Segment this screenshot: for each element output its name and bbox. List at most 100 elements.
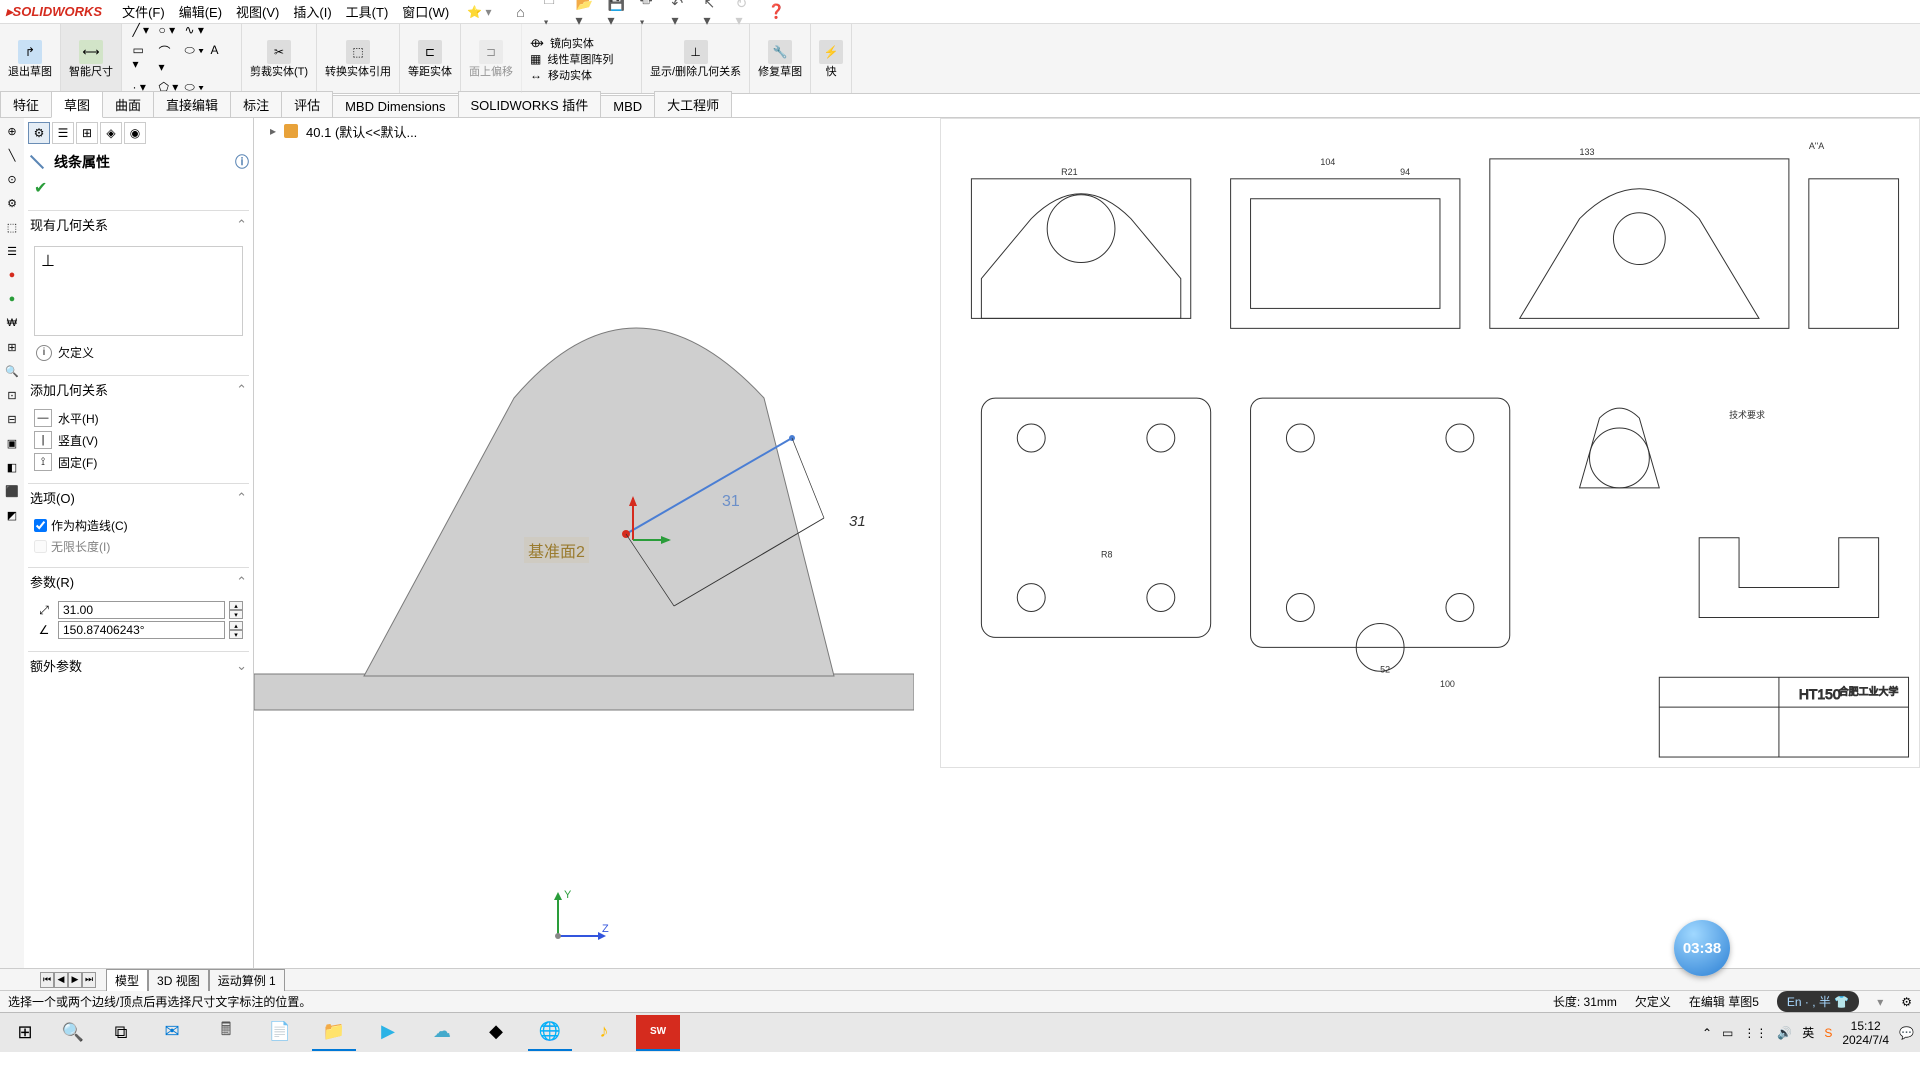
sheet-next[interactable]: ▶ xyxy=(68,972,82,988)
copilot-app[interactable]: ◆ xyxy=(474,1015,518,1051)
angle-spin-up[interactable]: ▴ xyxy=(229,621,243,630)
mail-app[interactable]: ✉ xyxy=(150,1015,194,1051)
select-icon[interactable]: ↖ ▾ xyxy=(704,3,722,21)
tab-sketch[interactable]: 草图 xyxy=(51,91,103,118)
vt-icon-4[interactable]: ⚙ xyxy=(3,194,21,212)
music-app[interactable]: ♪ xyxy=(582,1015,626,1051)
tab-engineer[interactable]: 大工程师 xyxy=(654,91,732,117)
status-options-icon[interactable]: ⚙ xyxy=(1901,995,1912,1009)
section-add-relations[interactable]: 添加几何关系⌃ xyxy=(28,376,249,403)
trim-button[interactable]: ✂ 剪裁实体(T) xyxy=(242,24,317,93)
section-parameters[interactable]: 参数(R)⌃ xyxy=(28,568,249,595)
line-icon[interactable]: ╱ ▾ xyxy=(133,23,153,37)
rectangle-icon[interactable]: ▭ ▾ xyxy=(133,43,153,74)
datum-plane-label[interactable]: 基准面2 xyxy=(524,537,589,563)
sheet-last[interactable]: ⏭ xyxy=(82,972,96,988)
vt-icon-8[interactable]: ● xyxy=(3,290,21,308)
save-icon[interactable]: 💾 ▾ xyxy=(608,3,626,21)
ime-pill[interactable]: En · , 半 👕 xyxy=(1777,991,1859,1012)
rebuild-icon[interactable]: ↻ ▾ xyxy=(736,3,754,21)
start-button[interactable]: ⊞ xyxy=(6,1016,44,1050)
edge-app[interactable]: 🌐 xyxy=(528,1015,572,1051)
vt-icon-17[interactable]: ◩ xyxy=(3,506,21,524)
text-icon[interactable]: A xyxy=(211,43,231,74)
section-existing-relations[interactable]: 现有几何关系⌃ xyxy=(28,211,249,238)
linear-pattern-icon[interactable]: ▦ xyxy=(530,52,541,66)
calculator-app[interactable]: 🖩 xyxy=(204,1015,248,1051)
system-clock[interactable]: 15:12 2024/7/4 xyxy=(1842,1019,1889,1047)
horizontal-relation-button[interactable]: —水平(H) xyxy=(34,407,243,429)
vt-icon-3[interactable]: ⊙ xyxy=(3,170,21,188)
tab-plugins[interactable]: SOLIDWORKS 插件 xyxy=(458,91,602,117)
sheet-tab-motion[interactable]: 运动算例 1 xyxy=(209,969,285,991)
quick-button[interactable]: ⚡ 快 xyxy=(811,24,852,93)
fix-relation-button[interactable]: ⟟固定(F) xyxy=(34,451,243,473)
exit-sketch-button[interactable]: ↱ 退出草图 xyxy=(0,24,61,93)
vt-icon-7[interactable]: ● xyxy=(3,266,21,284)
vt-icon-10[interactable]: ⊞ xyxy=(3,338,21,356)
vt-icon-9[interactable]: ₩ xyxy=(3,314,21,332)
vt-icon-1[interactable]: ⊕ xyxy=(3,122,21,140)
menu-insert[interactable]: 插入(I) xyxy=(293,2,331,21)
sheet-prev[interactable]: ◀ xyxy=(54,972,68,988)
repair-sketch-button[interactable]: 🔧 修复草图 xyxy=(750,24,811,93)
undo-icon[interactable]: ↶ ▾ xyxy=(672,3,690,21)
render-tab[interactable]: ◉ xyxy=(124,122,146,144)
vt-icon-6[interactable]: ☰ xyxy=(3,242,21,260)
config-tab[interactable]: ☰ xyxy=(52,122,74,144)
pattern-group[interactable]: ⟴镜向实体 ▦线性草图阵列 ↔移动实体 xyxy=(522,24,642,93)
vertical-relation-button[interactable]: |竖直(V) xyxy=(34,429,243,451)
arc-icon[interactable]: ⌒ ▾ xyxy=(159,43,179,74)
length-spin-up[interactable]: ▴ xyxy=(229,601,243,610)
sheet-tab-model[interactable]: 模型 xyxy=(106,969,148,991)
tray-expand-icon[interactable]: ⌃ xyxy=(1702,1026,1712,1040)
print-icon[interactable]: 🖶 ▾ xyxy=(640,3,658,21)
display-tab[interactable]: ⊞ xyxy=(76,122,98,144)
vt-icon-15[interactable]: ◧ xyxy=(3,458,21,476)
home-icon[interactable]: ⌂ xyxy=(512,3,530,21)
menu-window[interactable]: 窗口(W) xyxy=(402,2,449,21)
appearance-tab[interactable]: ◈ xyxy=(100,122,122,144)
battery-icon[interactable]: ▭ xyxy=(1722,1026,1733,1040)
video-app[interactable]: ▶ xyxy=(366,1015,410,1051)
tab-annotate[interactable]: 标注 xyxy=(230,91,282,117)
relations-button[interactable]: ⊥ 显示/删除几何关系 xyxy=(642,24,750,93)
menu-view[interactable]: 视图(V) xyxy=(236,2,279,21)
circle-icon[interactable]: ○ ▾ xyxy=(159,23,179,37)
tab-evaluate[interactable]: 评估 xyxy=(281,91,333,117)
tab-mbd[interactable]: MBD xyxy=(600,95,655,117)
vt-icon-2[interactable]: ╲ xyxy=(3,146,21,164)
tab-direct-edit[interactable]: 直接编辑 xyxy=(153,91,231,117)
convert-entities-button[interactable]: ⬚ 转换实体引用 xyxy=(317,24,400,93)
length-input[interactable] xyxy=(58,601,225,619)
angle-spin-down[interactable]: ▾ xyxy=(229,630,243,639)
smart-dimension-button[interactable]: ⟷ 智能尺寸 xyxy=(61,24,122,93)
new-icon[interactable]: 🗋 ▾ xyxy=(544,3,562,21)
solidworks-app[interactable]: SW xyxy=(636,1015,680,1051)
vt-icon-12[interactable]: ⊡ xyxy=(3,386,21,404)
menu-tools[interactable]: 工具(T) xyxy=(346,2,389,21)
length-spin-down[interactable]: ▾ xyxy=(229,610,243,619)
dimension-value[interactable]: 31 xyxy=(849,513,866,530)
volume-icon[interactable]: 🔊 xyxy=(1777,1026,1792,1040)
angle-input[interactable] xyxy=(58,621,225,639)
move-icon[interactable]: ↔ xyxy=(530,68,542,82)
sogou-icon[interactable]: S xyxy=(1824,1026,1832,1040)
section-extra-params[interactable]: 额外参数⌄ xyxy=(28,652,249,679)
vt-icon-16[interactable]: ⬛ xyxy=(3,482,21,500)
explorer-app[interactable]: 📁 xyxy=(312,1015,356,1051)
help-icon[interactable]: ❓ xyxy=(768,3,786,21)
tab-surfaces[interactable]: 曲面 xyxy=(102,91,154,117)
graphics-canvas[interactable]: ▸ 40.1 (默认<<默认... 基准面2 31 31 xyxy=(254,118,1920,968)
notifications-icon[interactable]: 💬 xyxy=(1899,1026,1914,1040)
relations-listbox[interactable]: ⊥ xyxy=(34,246,243,336)
panel-help-icon[interactable]: ⓘ xyxy=(235,152,249,172)
ime-indicator[interactable]: 英 xyxy=(1802,1024,1814,1041)
cloud-app[interactable]: ☁ xyxy=(420,1015,464,1051)
wifi-icon[interactable]: ⋮⋮ xyxy=(1743,1026,1767,1040)
sketch-entities-group[interactable]: ╱ ▾ ○ ▾ ∿ ▾ ▭ ▾ ⌒ ▾ ⬭ ▾ A · ▾ ⬠ ▾ ⬭ ▾ xyxy=(122,24,242,93)
sheet-tab-3dview[interactable]: 3D 视图 xyxy=(148,969,209,991)
vt-icon-5[interactable]: ⬚ xyxy=(3,218,21,236)
vt-icon-13[interactable]: ⊟ xyxy=(3,410,21,428)
vt-icon-11[interactable]: 🔍 xyxy=(3,362,21,380)
